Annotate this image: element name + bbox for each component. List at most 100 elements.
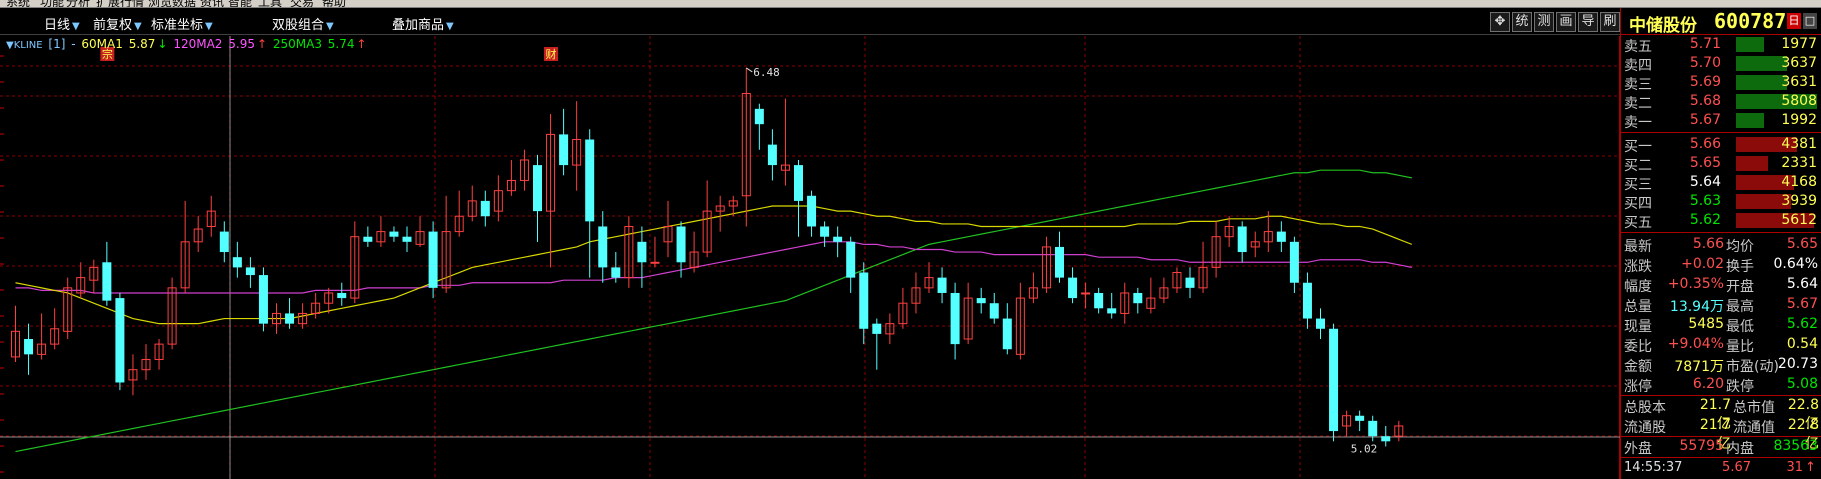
quote-value: 5.62	[1786, 316, 1818, 332]
order-price: 5.63	[1689, 193, 1721, 209]
calendar-icon[interactable]: 日	[1787, 13, 1801, 29]
candle-down	[950, 292, 960, 345]
order-volume: 4381	[1781, 136, 1817, 152]
quote-panel: 中储股份 600787 日 □ 卖五 5.71 1977 卖四 5.70 3637 卖三 5.…	[1620, 8, 1821, 479]
bid-row[interactable]: 买五 5.62 5612	[1621, 211, 1821, 231]
quote-value: 6.20	[1692, 376, 1724, 392]
quote-value: 0.64%	[1773, 256, 1818, 272]
outer-value: 55795	[1679, 438, 1724, 454]
bid-row[interactable]: 买三 5.64 4168	[1621, 173, 1821, 193]
legend-title[interactable]: ▼KLINE	[6, 40, 43, 51]
ma2-arrow-icon: ↑	[256, 37, 268, 51]
order-price: 5.62	[1689, 212, 1721, 228]
ma3-arrow-icon: ↑	[356, 37, 367, 51]
menu-item[interactable]: 分析	[66, 0, 90, 7]
candle-down	[232, 257, 242, 268]
overlay-dropdown[interactable]: 叠加商品 ▼	[392, 14, 454, 33]
bid-book: 买一 5.66 4381 买二 5.65 2331 买三 5.64 4168 买四 5.63 3939…	[1621, 135, 1821, 231]
kline-chart-svg[interactable]: 宗财6.485.02	[0, 36, 1620, 479]
ma1-value: 5.87	[128, 37, 156, 51]
candle-down	[637, 241, 647, 263]
dual-stock-dropdown[interactable]: 双股组合 ▼	[272, 14, 334, 33]
candle-down	[937, 277, 947, 293]
candle-down	[1107, 308, 1117, 314]
quote-label: 开盘	[1726, 279, 1754, 295]
candle-down	[533, 165, 542, 212]
chart-legend: ▼KLINE [1] - 60MA1 5.87 ↓ 120MA2 5.95 ↑ 25…	[6, 37, 369, 51]
quote-value: 5.67	[1786, 296, 1818, 312]
quote-row: 涨跌 +0.02 换手 0.64%	[1621, 255, 1821, 275]
ask-row[interactable]: 卖三 5.69 3631	[1621, 73, 1821, 93]
candle-down	[846, 241, 856, 278]
order-price: 5.69	[1689, 74, 1721, 90]
ask-row[interactable]: 卖四 5.70 3637	[1621, 54, 1821, 74]
capital-row: 总股本 21.7亿 总市值 22.8亿	[1621, 396, 1821, 432]
overlay-label: 叠加商品	[392, 18, 445, 33]
ask-row[interactable]: 卖五 5.71 1977	[1621, 35, 1821, 55]
export-button[interactable]: 导	[1578, 12, 1598, 32]
quote-label: 换手	[1726, 259, 1754, 275]
quote-row: 幅度 +0.35% 开盘 5.64	[1621, 275, 1821, 295]
bid-row[interactable]: 买一 5.66 4381	[1621, 135, 1821, 155]
menu-item[interactable]: 扩展行情	[96, 0, 144, 7]
outer-label: 外盘	[1624, 441, 1652, 457]
bid-row[interactable]: 买二 5.65 2331	[1621, 154, 1821, 174]
quote-label: 涨跌	[1624, 259, 1652, 275]
measure-button[interactable]: 测	[1534, 12, 1554, 32]
kline-chart[interactable]: 宗财 6.48 5.02 ▼KLINE [1] - 60MA1 5.87 ↓ 120M…	[0, 36, 1620, 479]
candle-down	[1289, 241, 1299, 283]
inner-label: 内盘	[1726, 441, 1754, 457]
refresh-button[interactable]: 刷	[1600, 12, 1620, 32]
stock-code: 600787	[1714, 9, 1787, 33]
quote-value: 20.73	[1777, 356, 1818, 372]
dropdown-arrow-icon: ▼	[326, 21, 334, 32]
quote-value: 5.08	[1786, 376, 1818, 392]
draw-button[interactable]: 画	[1556, 12, 1576, 32]
quote-label: 总量	[1624, 299, 1652, 315]
order-volume: 5808	[1781, 93, 1817, 109]
quote-value: 5.66	[1692, 236, 1724, 252]
stats-button[interactable]: 统	[1512, 12, 1532, 32]
order-price: 5.66	[1689, 136, 1721, 152]
menu-item[interactable]: 系统	[6, 0, 30, 7]
adjust-dropdown[interactable]: 前复权 ▼	[93, 14, 142, 33]
candle-down	[976, 298, 986, 304]
quote-value: +9.04%	[1667, 336, 1724, 352]
candle-up	[1081, 292, 1091, 295]
quote-table: 最新 5.66 均价 5.65 涨跌 +0.02 换手 0.64% 幅度 +0.35% 开盘 5.64…	[1621, 235, 1821, 395]
quote-value: 5.64	[1786, 276, 1818, 292]
order-volume: 5612	[1781, 212, 1817, 228]
tick-row[interactable]: 14:55:37 5.67 31 ↑	[1621, 458, 1821, 478]
stock-name: 中储股份	[1629, 16, 1697, 36]
candle-down	[258, 275, 268, 324]
order-volume: 3939	[1781, 193, 1817, 209]
move-icon[interactable]: ✥	[1490, 12, 1510, 32]
candle-down	[389, 231, 399, 237]
period-dropdown[interactable]: 日线 ▼	[44, 14, 80, 33]
candle-down	[480, 200, 490, 217]
ask-row[interactable]: 卖二 5.68 5808	[1621, 92, 1821, 112]
menu-item[interactable]: 资讯	[200, 0, 224, 7]
ask-book: 卖五 5.71 1977 卖四 5.70 3637 卖三 5.69 3631 卖二 5.68 5808…	[1621, 35, 1821, 131]
menu-item[interactable]: 智能	[228, 0, 252, 7]
menu-item[interactable]: 浏览数据	[148, 0, 196, 7]
bid-row[interactable]: 买四 5.63 3939	[1621, 192, 1821, 212]
window-icon[interactable]: □	[1803, 13, 1817, 29]
tick-list[interactable]: 14:55:375.6731↑14:55:405.6610↓	[1621, 458, 1821, 479]
order-level-label: 买五	[1624, 215, 1652, 231]
menu-item[interactable]: 工具	[258, 0, 282, 7]
order-level-label: 买三	[1624, 177, 1652, 193]
candle-down	[754, 108, 764, 125]
quote-label: 委比	[1624, 339, 1652, 355]
candle-down	[767, 144, 777, 166]
ask-row[interactable]: 卖一 5.67 1992	[1621, 111, 1821, 131]
quote-label: 最新	[1624, 239, 1652, 255]
quote-label: 幅度	[1624, 279, 1652, 295]
ma3-label: 250MA3	[272, 37, 322, 51]
menu-item[interactable]: 功能	[40, 0, 64, 7]
quote-label: 最低	[1726, 319, 1754, 335]
stock-header: 中储股份 600787 日 □	[1621, 8, 1821, 36]
menu-item[interactable]: 帮助	[322, 0, 346, 7]
axis-dropdown[interactable]: 标准坐标 ▼	[151, 14, 213, 33]
menu-item[interactable]: 交易	[290, 0, 314, 7]
